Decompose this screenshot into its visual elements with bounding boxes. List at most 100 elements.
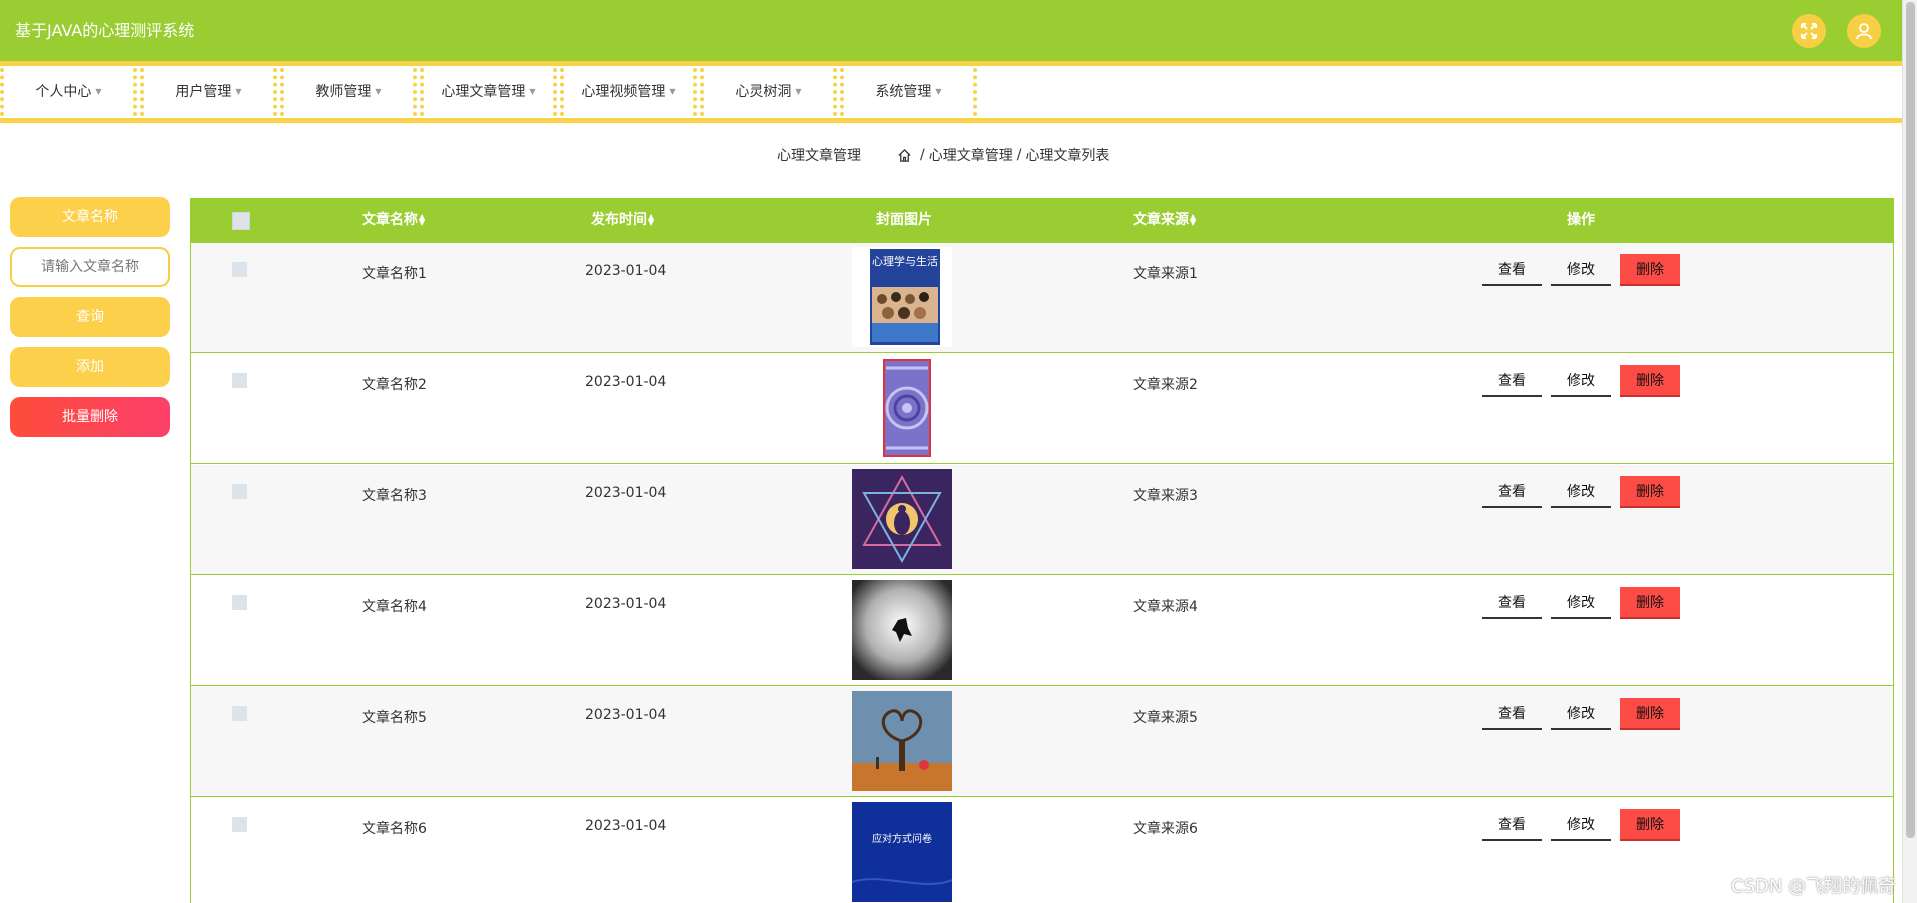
article-source: 文章来源1 <box>1133 266 1198 282</box>
edit-button[interactable]: 修改 <box>1551 587 1611 619</box>
row-checkbox[interactable] <box>232 373 247 388</box>
article-name: 文章名称3 <box>362 488 427 504</box>
cover-image <box>852 358 952 458</box>
edit-button[interactable]: 修改 <box>1551 476 1611 508</box>
row-checkbox[interactable] <box>232 817 247 832</box>
column-header-name[interactable]: 文章名称▲ ▼ <box>362 198 425 243</box>
search-field-label: 文章名称 <box>10 197 170 237</box>
publish-date: 2023-01-04 <box>585 374 667 390</box>
row-checkbox[interactable] <box>232 484 247 499</box>
column-header-date[interactable]: 发布时间▲ ▼ <box>591 198 654 243</box>
publish-date: 2023-01-04 <box>585 707 667 723</box>
nav-item-system-management[interactable]: 系统管理 ▼ <box>840 68 977 116</box>
nav-item-user-management[interactable]: 用户管理 ▼ <box>140 68 277 116</box>
caret-down-icon: ▼ <box>95 87 102 96</box>
view-button[interactable]: 查看 <box>1482 698 1542 730</box>
nav-item-personal-center[interactable]: 个人中心 ▼ <box>0 68 137 116</box>
cover-image: 心理学与生活 <box>852 247 952 347</box>
article-source: 文章来源3 <box>1133 488 1198 504</box>
scrollbar-thumb[interactable] <box>1906 2 1915 838</box>
table-header: 文章名称▲ ▼ 发布时间▲ ▼ 封面图片 文章来源▲ ▼ 操作 <box>191 198 1893 243</box>
article-name: 文章名称1 <box>362 266 427 282</box>
table-row: 文章名称5 2023-01-04 文章来源5 查看 修改 删除 <box>191 687 1893 797</box>
edit-button[interactable]: 修改 <box>1551 254 1611 286</box>
fullscreen-button[interactable] <box>1792 14 1826 48</box>
cover-image <box>852 691 952 791</box>
cover-image <box>852 580 952 680</box>
user-icon <box>1856 23 1872 40</box>
table-row: 文章名称2 2023-01-04 文章来源2 查看 修改 删除 <box>191 354 1893 464</box>
article-name: 文章名称5 <box>362 710 427 726</box>
view-button[interactable]: 查看 <box>1482 476 1542 508</box>
table-row: 文章名称1 2023-01-04 心理学与生活 文章来源1 查看 修改 删除 <box>191 243 1893 353</box>
edit-button[interactable]: 修改 <box>1551 698 1611 730</box>
column-header-source[interactable]: 文章来源▲ ▼ <box>1133 198 1196 243</box>
article-source: 文章来源5 <box>1133 710 1198 726</box>
table-row: 文章名称4 2023-01-04 文章来源4 查看 修改 删除 <box>191 576 1893 686</box>
select-all-checkbox[interactable] <box>232 212 250 230</box>
publish-date: 2023-01-04 <box>585 485 667 501</box>
add-button[interactable]: 添加 <box>10 347 170 387</box>
search-input[interactable] <box>10 247 170 287</box>
svg-text:应对方式问卷: 应对方式问卷 <box>872 832 932 845</box>
sort-icon: ▲ ▼ <box>648 212 655 227</box>
breadcrumb-item[interactable]: 心理文章管理 <box>929 145 1013 165</box>
delete-button[interactable]: 删除 <box>1620 587 1680 619</box>
article-source: 文章来源4 <box>1133 599 1198 615</box>
article-source: 文章来源6 <box>1133 821 1198 837</box>
column-header-cover: 封面图片 <box>876 212 932 228</box>
caret-down-icon: ▼ <box>529 87 536 96</box>
sort-icon: ▲ ▼ <box>419 212 426 227</box>
article-name: 文章名称2 <box>362 377 427 393</box>
caret-down-icon: ▼ <box>235 87 242 96</box>
caret-down-icon: ▼ <box>795 87 802 96</box>
delete-button[interactable]: 删除 <box>1620 365 1680 397</box>
view-button[interactable]: 查看 <box>1482 365 1542 397</box>
edit-button[interactable]: 修改 <box>1551 365 1611 397</box>
top-header: 基于JAVA的心理测评系统 <box>0 0 1902 66</box>
fullscreen-icon <box>1801 23 1817 39</box>
delete-button[interactable]: 删除 <box>1620 809 1680 841</box>
publish-date: 2023-01-04 <box>585 263 667 279</box>
breadcrumb: / 心理文章管理 / 心理文章列表 <box>897 145 1109 165</box>
delete-button[interactable]: 删除 <box>1620 698 1680 730</box>
view-button[interactable]: 查看 <box>1482 809 1542 841</box>
delete-button[interactable]: 删除 <box>1620 476 1680 508</box>
publish-date: 2023-01-04 <box>585 596 667 612</box>
user-button[interactable] <box>1847 14 1881 48</box>
main-nav: 个人中心 ▼ 用户管理 ▼ 教师管理 ▼ 心理文章管理 ▼ 心理视频管理 ▼ 心灵树洞 ▼ … <box>0 66 1902 123</box>
breadcrumb-item-current: 心理文章列表 <box>1025 148 1110 164</box>
nav-item-article-management[interactable]: 心理文章管理 ▼ <box>420 68 557 116</box>
batch-delete-button[interactable]: 批量删除 <box>10 397 170 437</box>
caret-down-icon: ▼ <box>375 87 382 96</box>
view-button[interactable]: 查看 <box>1482 587 1542 619</box>
vertical-scrollbar[interactable] <box>1902 0 1917 903</box>
publish-date: 2023-01-04 <box>585 818 667 834</box>
article-name: 文章名称4 <box>362 599 427 615</box>
page-title: 心理文章管理 <box>777 148 861 164</box>
nav-item-teacher-management[interactable]: 教师管理 ▼ <box>280 68 417 116</box>
watermark: CSDN @飞翔的佩奇 <box>1731 876 1897 897</box>
caret-down-icon: ▼ <box>669 87 676 96</box>
row-checkbox[interactable] <box>232 595 247 610</box>
delete-button[interactable]: 删除 <box>1620 254 1680 286</box>
article-name: 文章名称6 <box>362 821 427 837</box>
view-button[interactable]: 查看 <box>1482 254 1542 286</box>
app-title: 基于JAVA的心理测评系统 <box>15 21 195 40</box>
svg-text:心理学与生活: 心理学与生活 <box>872 254 938 268</box>
edit-button[interactable]: 修改 <box>1551 809 1611 841</box>
nav-item-video-management[interactable]: 心理视频管理 ▼ <box>560 68 697 116</box>
row-checkbox[interactable] <box>232 706 247 721</box>
cover-image <box>852 469 952 569</box>
home-icon[interactable] <box>897 148 912 163</box>
query-button[interactable]: 查询 <box>10 297 170 337</box>
table-row: 文章名称6 2023-01-04 应对方式问卷 文章来源6 查看 修改 删除 <box>191 798 1893 903</box>
nav-item-tree-hole[interactable]: 心灵树洞 ▼ <box>700 68 837 116</box>
article-table: 文章名称▲ ▼ 发布时间▲ ▼ 封面图片 文章来源▲ ▼ 操作 文章名称1 2023-… <box>190 198 1894 903</box>
caret-down-icon: ▼ <box>935 87 942 96</box>
column-header-actions: 操作 <box>1567 212 1595 228</box>
cover-image: 应对方式问卷 <box>852 802 952 902</box>
sort-icon: ▲ ▼ <box>1190 212 1197 227</box>
row-checkbox[interactable] <box>232 262 247 277</box>
table-row: 文章名称3 2023-01-04 文章来源3 查看 修改 删除 <box>191 465 1893 575</box>
